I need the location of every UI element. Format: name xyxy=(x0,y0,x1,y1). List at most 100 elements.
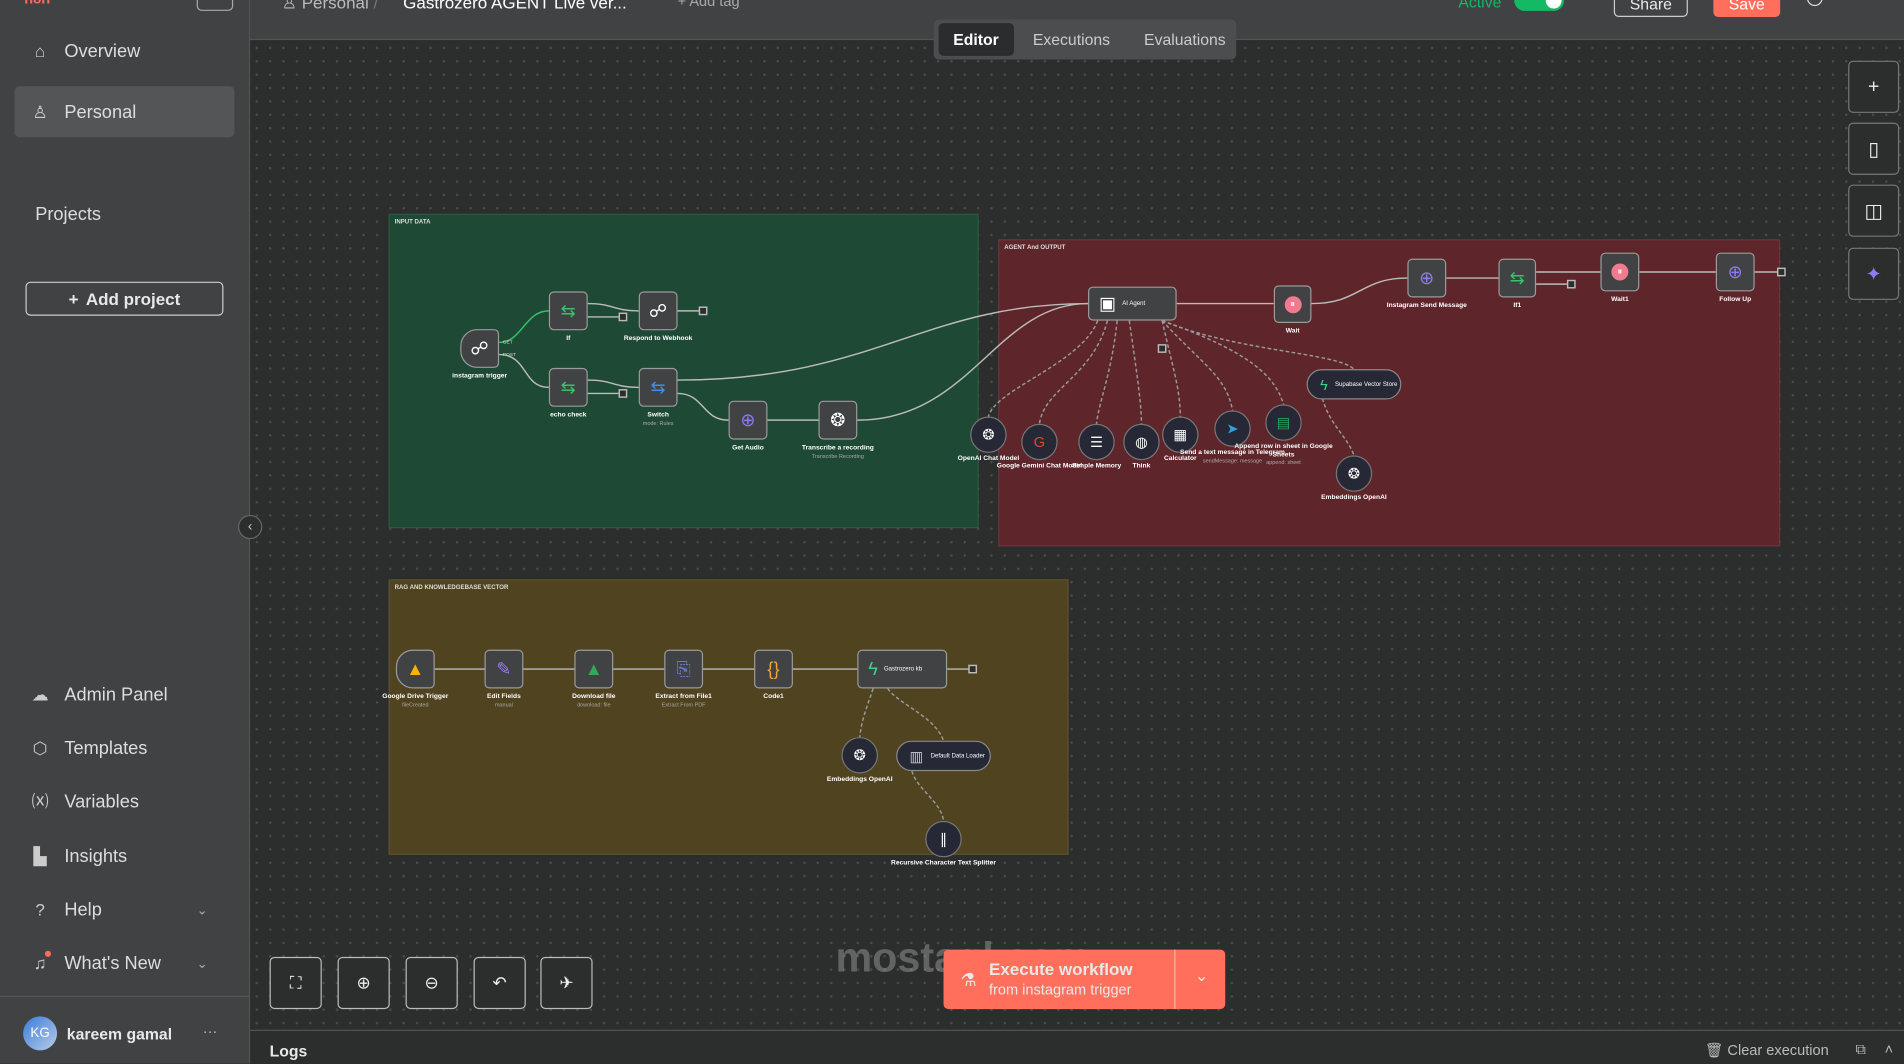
node-emb_rag[interactable]: ❂ xyxy=(841,737,878,774)
node-agent[interactable]: ▣ AI Agent xyxy=(1088,286,1177,321)
execute-workflow-button[interactable]: ⚗ Execute workflow from instagram trigge… xyxy=(943,949,1226,1010)
code-icon: {} xyxy=(767,658,780,680)
chevron-up-icon[interactable]: ˄ xyxy=(1885,1041,1894,1058)
undo-button[interactable]: ↶ xyxy=(473,956,526,1010)
collapse-sidebar-button[interactable]: ‹ xyxy=(238,514,263,540)
globe-icon: ⊕ xyxy=(740,410,756,432)
node-label: AI Agent xyxy=(1122,299,1146,308)
node-label: Wait1 xyxy=(1611,296,1629,304)
note-icon: ▯ xyxy=(1868,139,1880,160)
node-label: Google Drive Trigger xyxy=(382,693,449,701)
node-echo[interactable]: ⇆ xyxy=(548,367,588,407)
node-if[interactable]: ⇆ xyxy=(548,291,588,331)
openai-icon: ❂ xyxy=(853,746,866,764)
node-gemini[interactable]: G xyxy=(1021,423,1058,461)
popout-icon[interactable]: ⧉ xyxy=(1855,1041,1865,1059)
node-label: Wait xyxy=(1285,327,1300,336)
if-icon: ⇆ xyxy=(1509,268,1525,290)
node-getaudio[interactable]: ⊕ xyxy=(728,400,768,440)
node-sheets[interactable]: ▤ xyxy=(1265,404,1302,441)
switch-icon: ⇆ xyxy=(650,377,666,399)
splitter-icon: ∥ xyxy=(939,830,948,848)
file-export-icon: ⎘ xyxy=(676,658,691,680)
google-drive-icon: ▲ xyxy=(406,658,425,680)
node-openai_chat[interactable]: ❂ xyxy=(970,416,1007,453)
node-subtitle: Extract From PDF xyxy=(661,701,706,708)
clear-execution-button[interactable]: 🗑︎ Clear execution xyxy=(1705,1042,1829,1059)
node-calc[interactable]: ▦ xyxy=(1162,416,1199,453)
zoom-out-icon: ⊖ xyxy=(424,972,439,993)
pencil-icon: ✎ xyxy=(496,659,512,681)
sticky-note-button[interactable]: ▯ xyxy=(1848,122,1900,175)
add-node-button[interactable]: + xyxy=(1848,60,1900,113)
node-label: echo check xyxy=(550,411,587,419)
node-splitter[interactable]: ∥ xyxy=(925,820,962,858)
fullscreen-icon: ⛶ xyxy=(289,972,302,993)
supabase-icon: ϟ xyxy=(1319,375,1328,393)
node-download[interactable]: ▲ xyxy=(574,649,614,689)
zoom-out-button[interactable]: ⊖ xyxy=(405,956,458,1010)
node-emb_agent[interactable]: ❂ xyxy=(1335,455,1373,492)
node-label: OpenAI Chat Model xyxy=(957,455,1020,463)
panel-toggle-button[interactable]: ◫ xyxy=(1848,184,1900,237)
node-label: Get Audio xyxy=(732,444,764,452)
node-wait[interactable]: ⏸ xyxy=(1273,285,1312,324)
broom-icon: ✈ xyxy=(559,972,574,993)
node-igsend[interactable]: ⊕ xyxy=(1407,258,1447,298)
node-caption: instagram trigger xyxy=(425,373,534,381)
logs-title[interactable]: Logs xyxy=(270,1042,308,1060)
node-caption: Recursive Character Text Splitter xyxy=(889,860,998,868)
sheets-icon: ▤ xyxy=(1276,414,1291,432)
node-gdrive[interactable]: ▲ xyxy=(395,649,435,689)
node-if1[interactable]: ⇆ xyxy=(1498,258,1537,298)
openai-icon: ❂ xyxy=(982,426,995,444)
ai-assistant-button[interactable]: ✦ xyxy=(1848,247,1900,300)
plus-icon: + xyxy=(1867,75,1880,97)
node-label: Respond to Webhook xyxy=(623,335,693,343)
node-telegram[interactable]: ➤ xyxy=(1214,410,1251,447)
node-switch[interactable]: ⇆ xyxy=(638,367,678,407)
telegram-icon: ➤ xyxy=(1226,420,1239,438)
node-loader[interactable]: ▥ Default Data Loader xyxy=(896,740,991,772)
zoom-in-icon: ⊕ xyxy=(356,972,371,993)
undo-icon: ↶ xyxy=(492,972,507,993)
node-caption: Embeddings OpenAI xyxy=(805,776,914,784)
google-icon: G xyxy=(1033,433,1046,451)
document-icon: ▥ xyxy=(909,747,924,765)
node-caption: Transcribe a recording Transcribe Recordi… xyxy=(783,444,892,460)
zoom-in-button[interactable]: ⊕ xyxy=(337,956,390,1010)
add-node-handles xyxy=(618,267,1786,674)
node-supabase[interactable]: ϟ Supabase Vector Store xyxy=(1306,369,1402,400)
tidy-up-button[interactable]: ✈ xyxy=(540,956,593,1010)
node-label: Edit Fields xyxy=(487,693,521,701)
robot-icon: ▣ xyxy=(1098,293,1117,315)
node-wait1[interactable]: ⏸ xyxy=(1600,252,1640,292)
node-label: Append row in sheet in Google Sheets xyxy=(1234,443,1333,459)
pause-icon: ⏸ xyxy=(1284,295,1302,313)
node-followup[interactable]: ⊕ xyxy=(1715,252,1755,292)
node-label: instagram trigger xyxy=(452,372,508,381)
node-label: Extract from File1 xyxy=(655,693,712,701)
node-respond[interactable]: ☍ xyxy=(638,291,678,331)
node-caption: Follow Up xyxy=(1681,296,1790,304)
execute-dropdown-chevron-icon[interactable]: ⌄ xyxy=(1195,967,1208,986)
node-caption: Wait1 xyxy=(1565,296,1674,304)
fit-view-button[interactable]: ⛶ xyxy=(269,956,322,1010)
node-edit[interactable]: ✎ xyxy=(484,649,524,689)
node-transcribe[interactable]: ❂ xyxy=(818,400,858,440)
execute-title: Execute workflow xyxy=(988,958,1133,979)
node-caption: Code1 xyxy=(719,693,828,701)
node-trigger[interactable]: ☍ xyxy=(460,329,500,368)
node-kb[interactable]: ϟ Gastrozero kb xyxy=(857,649,948,689)
node-memory[interactable]: ☰ xyxy=(1078,423,1115,461)
logs-bar[interactable]: Logs 🗑︎ Clear execution ⧉ ˄ xyxy=(250,1029,1904,1064)
node-label: Embeddings OpenAI xyxy=(826,775,893,784)
node-caption: Embeddings OpenAI xyxy=(1299,494,1408,502)
node-extract[interactable]: ⎘ xyxy=(664,649,704,689)
node-code[interactable]: {} xyxy=(754,649,793,689)
openai-icon: ❂ xyxy=(1347,465,1361,483)
node-label: Instagram Send Message xyxy=(1386,302,1467,310)
sparkle-icon: ✦ xyxy=(1865,264,1882,285)
if-icon: ⇆ xyxy=(560,301,576,322)
output-label: GET xyxy=(502,338,513,345)
